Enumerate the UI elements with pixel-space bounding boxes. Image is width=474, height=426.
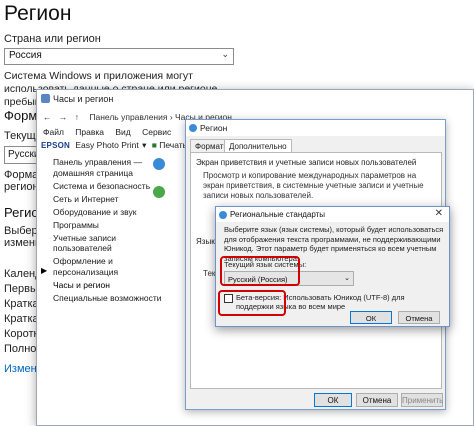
sidebar-item-accessibility[interactable]: Специальные возможности <box>53 293 163 304</box>
cp-title: Часы и регион <box>53 94 114 104</box>
sidebar-item-security[interactable]: Система и безопасность <box>53 181 163 192</box>
epson-toolbar: EPSON Easy Photo Print ▾ ■ Печать <box>41 140 187 154</box>
region-apply-button[interactable]: Применить <box>401 393 443 407</box>
sidebar-item-clock-region[interactable]: Часы и регион <box>53 280 163 291</box>
cp-titlebar: Часы и регион <box>37 90 473 108</box>
chevron-down-icon: ⌄ <box>221 49 229 59</box>
region-icon <box>153 186 165 198</box>
format-select[interactable]: Русский <box>4 146 45 164</box>
region-ok-button[interactable]: ОК <box>314 393 352 407</box>
nav-forward-icon[interactable]: → <box>59 112 68 122</box>
printer-icon: ■ <box>151 140 157 150</box>
active-item-marker-icon: ▶ <box>41 266 48 275</box>
sidebar-item-accounts[interactable]: Учетные записи пользователей <box>53 233 163 254</box>
welcome-group-text: Просмотр и копирование международных пар… <box>203 171 424 200</box>
globe-icon <box>189 124 197 132</box>
annotation-highlight-language <box>220 256 300 286</box>
annotation-highlight-beta <box>218 290 286 316</box>
cp-sidebar: Панель управления — домашняя страница Си… <box>53 157 163 306</box>
menu-edit[interactable]: Правка <box>75 127 104 137</box>
globe-icon <box>219 211 227 219</box>
menu-file[interactable]: Файл <box>43 127 64 137</box>
date-time-icon <box>153 158 165 170</box>
std-dialog-title: Региональные стандарты <box>230 210 326 219</box>
nav-up-icon[interactable]: ↑ <box>75 112 79 122</box>
clock-region-icon <box>41 94 50 103</box>
menu-tools[interactable]: Сервис <box>142 127 171 137</box>
welcome-group-title: Экран приветствия и учетные записи новых… <box>196 158 417 167</box>
std-ok-button[interactable]: ОК <box>350 311 392 324</box>
sidebar-item-appearance[interactable]: Оформление и персонализация <box>53 256 163 277</box>
epson-logo: EPSON <box>41 141 71 150</box>
nav-back-icon[interactable]: ← <box>43 112 52 122</box>
page-title: Регион <box>4 2 72 25</box>
country-value: Россия <box>9 50 42 61</box>
country-select[interactable]: Россия ⌄ <box>4 48 234 65</box>
chevron-down-icon: ⌄ <box>344 275 350 282</box>
print-button[interactable]: Печать <box>159 140 187 150</box>
country-label: Страна или регион <box>4 33 101 45</box>
sidebar-item-home[interactable]: Панель управления — домашняя страница <box>53 157 163 178</box>
std-cancel-button[interactable]: Отмена <box>398 311 440 324</box>
menu-view[interactable]: Вид <box>115 127 130 137</box>
tab-advanced[interactable]: Дополнительно <box>224 139 292 152</box>
sidebar-item-network[interactable]: Сеть и Интернет <box>53 194 163 205</box>
region-dialog-title: Регион <box>200 123 228 133</box>
std-dialog-titlebar: Региональные стандарты <box>216 207 449 222</box>
sidebar-item-programs[interactable]: Программы <box>53 220 163 231</box>
region-cancel-button[interactable]: Отмена <box>356 393 398 407</box>
epson-app-button[interactable]: Easy Photo Print <box>75 140 138 150</box>
close-icon[interactable]: ✕ <box>435 208 443 219</box>
sidebar-item-hardware[interactable]: Оборудование и звук <box>53 207 163 218</box>
chevron-down-icon[interactable]: ▾ <box>142 140 146 150</box>
region-dialog-titlebar: Регион <box>186 120 445 136</box>
